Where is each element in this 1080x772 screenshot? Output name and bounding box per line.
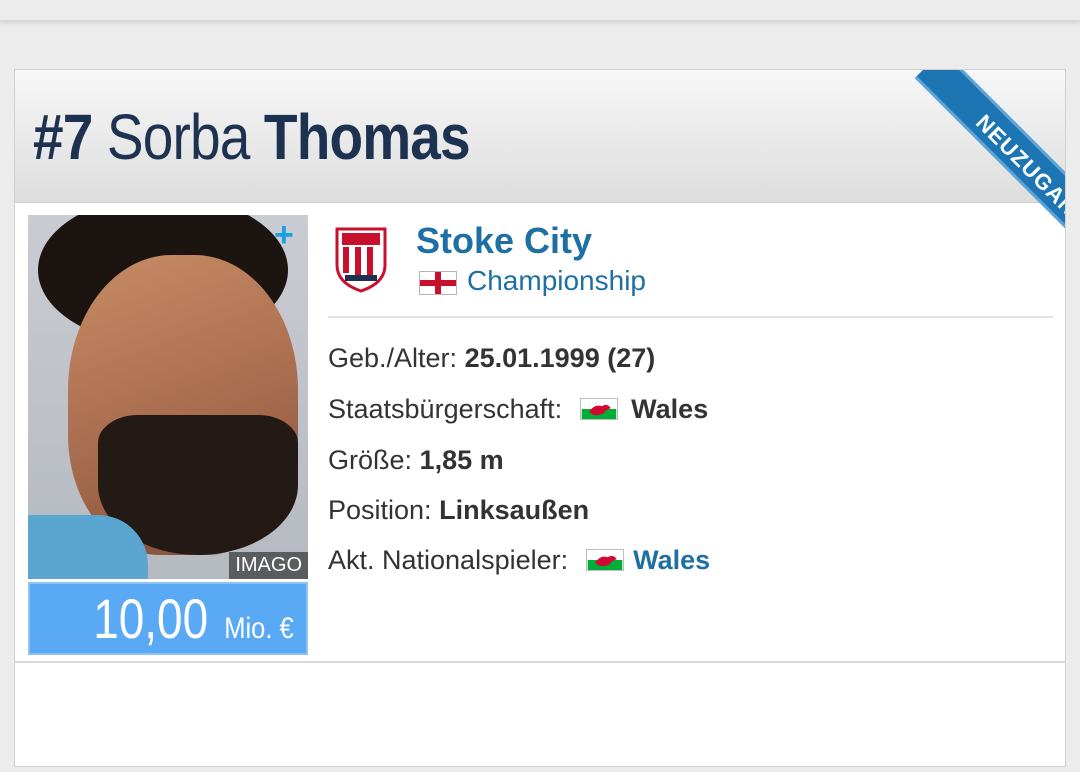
player-header-card: #7 Sorba Thomas NEUZUGANG IMAGO + 10,00 …: [14, 69, 1066, 767]
market-value-unit: Mio. €: [224, 612, 294, 645]
player-title-bar: #7 Sorba Thomas: [15, 70, 1065, 203]
birth-label: Geb./Alter:: [328, 343, 458, 373]
height-label: Größe:: [328, 445, 413, 475]
position-row: Position: Linksaußen: [328, 495, 589, 526]
wales-flag-icon: [579, 398, 618, 420]
height-row: Größe: 1,85 m: [328, 445, 504, 476]
citizenship-value: Wales: [631, 394, 709, 424]
first-name: Sorba: [106, 101, 250, 173]
league-name-link[interactable]: Championship: [467, 265, 646, 297]
shirt-number: #7: [33, 101, 93, 173]
photo-credit: IMAGO: [229, 552, 308, 579]
height-value: 1,85 m: [419, 445, 504, 475]
market-value-amount: 10,00: [92, 587, 208, 650]
add-plus-icon[interactable]: +: [274, 218, 294, 252]
stoke-city-crest-icon[interactable]: [333, 225, 389, 293]
player-title: #7 Sorba Thomas: [33, 101, 471, 173]
club-name-link[interactable]: Stoke City: [416, 220, 592, 262]
divider: [15, 661, 1065, 663]
position-value: Linksaußen: [439, 495, 590, 525]
market-value-box[interactable]: 10,00 Mio. €: [28, 582, 308, 655]
divider: [328, 316, 1053, 318]
national-label: Akt. Nationalspieler:: [328, 545, 569, 575]
national-team-link[interactable]: Wales: [633, 545, 710, 575]
top-bar: [0, 0, 1080, 22]
england-flag-icon: [419, 271, 457, 295]
wales-flag-icon: [585, 549, 624, 571]
player-photo[interactable]: IMAGO: [28, 215, 308, 579]
position-label: Position:: [328, 495, 432, 525]
birth-value: 25.01.1999 (27): [464, 343, 656, 373]
birth-row: Geb./Alter: 25.01.1999 (27): [328, 343, 655, 374]
citizenship-row: Staatsbürgerschaft: Wales: [328, 394, 708, 425]
citizenship-label: Staatsbürgerschaft:: [328, 394, 563, 424]
last-name: Thomas: [263, 101, 471, 173]
national-player-row: Akt. Nationalspieler: Wales: [328, 545, 710, 576]
